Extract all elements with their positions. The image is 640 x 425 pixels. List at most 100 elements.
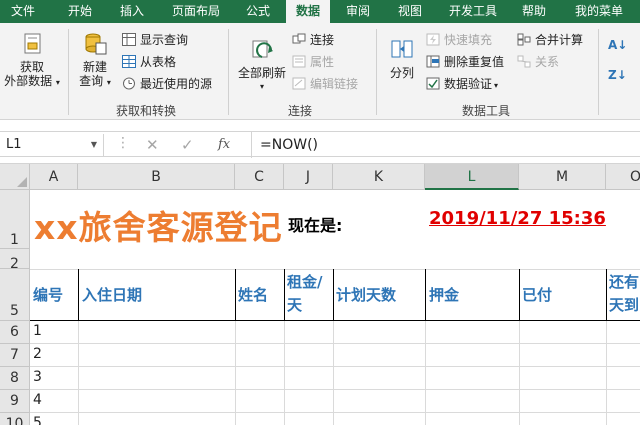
edit-links-button[interactable]: 编辑链接 <box>292 76 358 93</box>
tab-file[interactable]: 文件 <box>0 0 46 23</box>
column-header-j[interactable]: J <box>284 164 333 190</box>
column-header-a[interactable]: A <box>30 164 78 190</box>
id-cell[interactable]: 2 <box>33 346 42 362</box>
edit-links-icon <box>292 77 306 90</box>
id-cell[interactable]: 5 <box>33 415 42 425</box>
column-header-o[interactable]: O <box>606 164 640 190</box>
enter-icon[interactable]: ✓ <box>181 132 194 158</box>
row-header-5[interactable]: 5 <box>0 269 30 321</box>
from-table-button[interactable]: 从表格 <box>122 54 176 71</box>
relationships-icon <box>517 55 531 68</box>
split-columns-icon <box>389 37 415 63</box>
data-validation-icon <box>426 77 440 90</box>
gridline <box>606 321 607 425</box>
row-header-1[interactable]: 1 <box>0 190 30 249</box>
chevron-down-icon[interactable]: ▼ <box>91 134 97 156</box>
header-cell-border <box>284 269 285 321</box>
header-rent[interactable]: 租金/ 天 <box>287 271 322 317</box>
current-time-cell[interactable]: 2019/11/27 15:36 <box>429 208 606 229</box>
row-header-7[interactable]: 7 <box>0 344 30 367</box>
new-query-label-2: 查询 <box>79 74 104 88</box>
header-remaining[interactable]: 还有 天到 <box>609 271 639 317</box>
header-id[interactable]: 编号 <box>33 284 63 307</box>
sort-ascending-button[interactable]: A↓ <box>608 37 627 54</box>
gridline <box>78 321 79 425</box>
sort-descending-button[interactable]: Z↓ <box>608 67 627 84</box>
excel-window: 文件 开始 插入 页面布局 公式 数据 审阅 视图 开发工具 帮助 我的菜单 获… <box>0 0 640 425</box>
tab-view[interactable]: 视图 <box>388 0 432 23</box>
flash-fill-icon <box>426 33 440 46</box>
tab-developer[interactable]: 开发工具 <box>442 0 504 23</box>
select-all-button[interactable] <box>0 164 30 190</box>
tab-review[interactable]: 审阅 <box>336 0 380 23</box>
column-header-l[interactable]: L <box>425 164 519 190</box>
group-label-data-tools: 数据工具 <box>462 104 511 118</box>
tab-formulas[interactable]: 公式 <box>236 0 280 23</box>
id-cell[interactable]: 1 <box>33 323 42 339</box>
row-header-2[interactable]: 2 <box>0 249 30 272</box>
column-header-k[interactable]: K <box>333 164 425 190</box>
header-planned-days[interactable]: 计划天数 <box>336 284 396 307</box>
external-data-icon <box>19 31 45 57</box>
header-paid[interactable]: 已付 <box>522 284 552 307</box>
header-deposit[interactable]: 押金 <box>429 284 459 307</box>
now-label[interactable]: 现在是: <box>288 212 342 236</box>
row-header-10[interactable]: 10 <box>0 413 30 425</box>
column-header-m[interactable]: M <box>519 164 606 190</box>
clock-icon <box>122 77 136 90</box>
row-header-8[interactable]: 8 <box>0 367 30 390</box>
new-query-button[interactable]: 新建 查询 ▾ <box>72 31 118 90</box>
row-header-9[interactable]: 9 <box>0 390 30 413</box>
link-icon <box>292 33 306 46</box>
grid-icon <box>122 55 136 68</box>
column-header-c[interactable]: C <box>235 164 284 190</box>
header-checkin-date[interactable]: 入住日期 <box>82 284 142 307</box>
refresh-all-button[interactable]: 全部刷新 ▾ <box>234 37 290 94</box>
formula-bar: L1 ▼ ⋮ ✕ ✓ fx =NOW() <box>0 131 640 158</box>
relationships-button[interactable]: 关系 <box>517 54 559 71</box>
properties-icon <box>292 55 306 68</box>
get-external-data-button[interactable]: 获取 外部数据 ▾ <box>0 31 64 90</box>
tab-data[interactable]: 数据 <box>286 0 330 23</box>
tab-help[interactable]: 帮助 <box>512 0 556 23</box>
header-cell-border <box>606 269 607 321</box>
id-cell[interactable]: 3 <box>33 369 42 385</box>
dropdown-arrow-icon: ▾ <box>259 82 264 91</box>
connections-button[interactable]: 连接 <box>292 32 334 49</box>
flash-fill-button[interactable]: 快速填充 <box>426 32 492 49</box>
remove-duplicates-icon <box>426 55 440 68</box>
group-label-get-transform: 获取和转换 <box>116 104 177 118</box>
tab-insert[interactable]: 插入 <box>110 0 154 23</box>
tab-my-menu[interactable]: 我的菜单 <box>566 0 632 23</box>
sheet-title[interactable]: xx旅舍客源登记 <box>34 201 283 249</box>
remove-duplicates-button[interactable]: 删除重复值 <box>426 54 504 71</box>
header-cell-border <box>333 269 334 321</box>
recent-sources-button[interactable]: 最近使用的源 <box>122 76 212 93</box>
header-rent-line-2: 天 <box>287 296 303 314</box>
properties-button[interactable]: 属性 <box>292 54 334 71</box>
get-external-label-2: 外部数据 <box>4 74 53 88</box>
name-box[interactable]: L1 ▼ <box>0 134 104 156</box>
table-icon <box>122 33 136 46</box>
row-header-6[interactable]: 6 <box>0 321 30 344</box>
gridline <box>30 389 640 390</box>
show-queries-button[interactable]: 显示查询 <box>122 32 188 49</box>
id-cell[interactable]: 4 <box>33 392 42 408</box>
split-label: 分列 <box>389 66 414 80</box>
consolidate-icon <box>517 33 531 46</box>
header-name[interactable]: 姓名 <box>238 284 268 307</box>
tab-page-layout[interactable]: 页面布局 <box>162 0 230 23</box>
header-remaining-line-1: 还有 <box>609 273 640 291</box>
header-cell-border <box>78 269 79 321</box>
dropdown-arrow-icon: ▾ <box>494 81 499 90</box>
text-to-columns-button[interactable]: 分列 <box>382 37 422 80</box>
cancel-icon[interactable]: ✕ <box>146 132 159 158</box>
consolidate-button[interactable]: 合并计算 <box>517 32 583 49</box>
data-validation-button[interactable]: 数据验证 ▾ <box>426 76 498 93</box>
tab-home[interactable]: 开始 <box>58 0 102 23</box>
insert-function-button[interactable]: fx <box>218 132 230 158</box>
corner-triangle-icon <box>17 177 27 187</box>
header-cell-border <box>235 269 236 321</box>
column-header-b[interactable]: B <box>78 164 235 190</box>
formula-input[interactable]: =NOW() <box>251 132 640 158</box>
